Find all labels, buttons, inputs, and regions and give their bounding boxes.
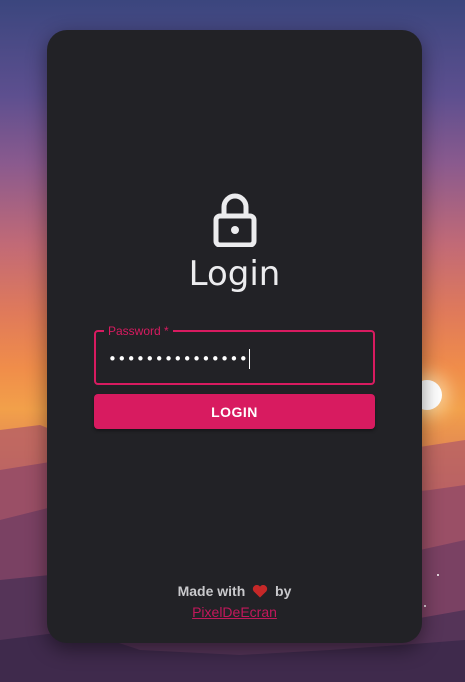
made-with-credit: Made with by bbox=[47, 583, 422, 599]
author-credit: PixelDeEcran bbox=[47, 604, 422, 620]
by-text: by bbox=[275, 583, 292, 599]
text-caret bbox=[249, 349, 251, 369]
made-with-text: Made with bbox=[177, 583, 246, 599]
page-title: Login bbox=[188, 254, 281, 294]
lock-icon bbox=[213, 193, 257, 247]
password-value: ••••••••••••••• bbox=[108, 350, 249, 368]
password-label: Password * bbox=[104, 324, 173, 338]
login-button[interactable]: LOGIN bbox=[94, 394, 375, 429]
background-scene: Login Password * ••••••••••••••• LOGIN M… bbox=[0, 0, 465, 682]
heart-icon bbox=[253, 584, 268, 598]
password-input[interactable]: ••••••••••••••• bbox=[108, 349, 251, 369]
login-card: Login Password * ••••••••••••••• LOGIN M… bbox=[47, 30, 422, 643]
password-field[interactable]: Password * ••••••••••••••• bbox=[94, 324, 375, 385]
author-link[interactable]: PixelDeEcran bbox=[192, 604, 277, 620]
